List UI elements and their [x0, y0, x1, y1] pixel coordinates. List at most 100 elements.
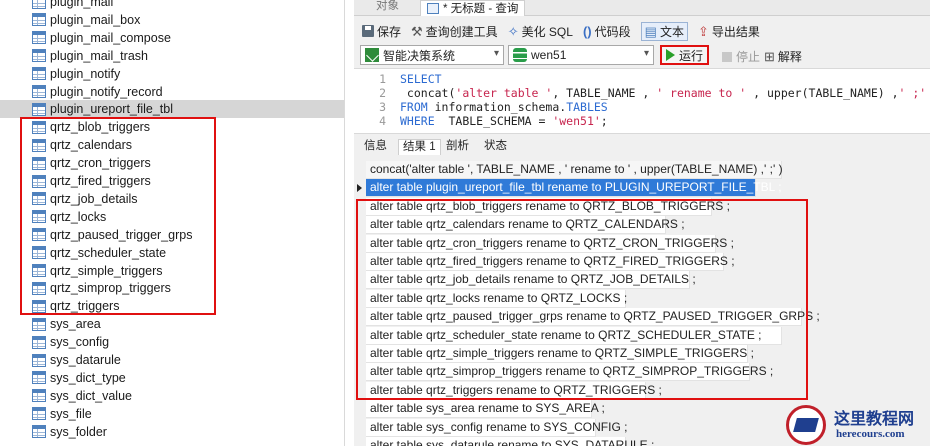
tab-status[interactable]: 状态 — [480, 139, 511, 155]
tree-item-label: plugin_mail_box — [50, 12, 141, 27]
code-text: FROM information_schema.TABLES — [400, 100, 608, 114]
tree-item-label: plugin_ureport_file_tbl — [50, 102, 174, 117]
table-icon — [32, 0, 46, 9]
table-row[interactable]: alter table sys_area rename to SYS_AREA … — [366, 400, 605, 419]
sql-keyword: SELECT — [400, 72, 442, 86]
tree-item[interactable]: plugin_mail_compose — [0, 29, 344, 47]
tree-item[interactable]: sys_datarule — [0, 351, 344, 369]
tree-item[interactable]: sys_area — [0, 315, 344, 333]
tab-query-label: * 无标题 - 查询 — [443, 2, 519, 15]
tree-item-label: plugin_mail_compose — [50, 30, 171, 45]
code-text: concat('alter table ', TABLE_NAME , ' re… — [400, 86, 930, 100]
sql-editor[interactable]: 1 SELECT 2 concat('alter table ', TABLE_NA… — [354, 68, 930, 134]
code-text: WHERE TABLE_SCHEMA = 'wen51'; — [400, 114, 608, 128]
tree-item-label: sys_config — [50, 335, 110, 350]
query-builder-label: 查询创建工具 — [425, 24, 498, 39]
table-icon — [32, 31, 46, 45]
explain-label: 解释 — [777, 50, 802, 64]
table-icon — [32, 353, 46, 367]
run-button[interactable]: 运行 — [660, 45, 710, 65]
tree-item[interactable]: sys_dict_value — [0, 387, 344, 405]
tab-profile[interactable]: 剖析 — [442, 139, 473, 155]
database-icon — [513, 48, 527, 62]
table-icon — [32, 102, 46, 116]
tree-item-label: plugin_mail_trash — [50, 48, 148, 63]
tree-item[interactable]: plugin_mail_box — [0, 11, 344, 29]
parentheses-icon: () — [582, 23, 592, 39]
tab-objects[interactable]: 对象 — [370, 0, 405, 16]
play-icon — [666, 49, 675, 61]
text-mode-button[interactable]: ▤ 文本 — [640, 21, 688, 41]
beautify-sql-button[interactable]: ✧ 美化 SQL — [508, 23, 573, 40]
tab-query[interactable]: * 无标题 - 查询 — [420, 0, 526, 16]
tree-item[interactable]: sys_file — [0, 405, 344, 423]
sql-string: 'wen51' — [552, 114, 601, 128]
line-number: 4 — [379, 114, 386, 128]
magic-wand-icon: ✧ — [507, 23, 519, 39]
tree-item[interactable]: plugin_ureport_file_tbl — [0, 100, 344, 119]
line-number: 1 — [379, 72, 386, 86]
connection-icon — [365, 48, 379, 62]
sql-token: TABLE_SCHEMA = — [434, 114, 553, 128]
result-tabs: 信息 结果 1 剖析 状态 — [354, 137, 930, 155]
tree-item[interactable]: sys_config — [0, 333, 344, 351]
tab-result-1[interactable]: 结果 1 — [398, 139, 441, 155]
table-tree: plugin_mail plugin_mail_box plugin_mail_co… — [0, 0, 345, 446]
table-row[interactable]: alter table plugin_ureport_file_tbl rena… — [366, 179, 782, 198]
tree-item[interactable]: sys_folder — [0, 423, 344, 441]
sql-token: , upper(TABLE_NAME) , — [746, 86, 899, 100]
tree-item-label: plugin_notify — [50, 66, 121, 81]
stop-label: 停止 — [736, 50, 761, 64]
tree-item-label: sys_folder — [50, 424, 107, 439]
table-row[interactable]: alter table sys_datarule rename to SYS_D… — [366, 437, 654, 446]
connection-value: 智能决策系统 — [383, 48, 456, 63]
line-number: 2 — [379, 86, 386, 100]
tree-item[interactable]: plugin_mail_trash — [0, 47, 344, 65]
export-results-button[interactable]: ⇪ 导出结果 — [698, 23, 760, 40]
watermark-url: herecours.com — [836, 428, 905, 440]
tree-item[interactable]: sys_dict_type — [0, 369, 344, 387]
column-header[interactable]: concat('alter table ', TABLE_NAME , ' re… — [366, 161, 783, 179]
query-builder-button[interactable]: ⚒ 查询创建工具 — [411, 23, 498, 40]
tab-info[interactable]: 信息 — [360, 139, 391, 155]
database-value: wen51 — [531, 48, 567, 62]
run-label: 运行 — [679, 48, 704, 63]
sql-keyword: WHERE — [400, 114, 435, 128]
code-snippet-label: 代码段 — [594, 24, 631, 39]
database-select[interactable]: wen51 ▾ — [508, 45, 654, 65]
tree-item-label: sys_dict_type — [50, 370, 126, 385]
sql-token: concat( — [400, 86, 456, 100]
site-logo-icon — [786, 405, 826, 445]
tree-item[interactable]: plugin_mail — [0, 0, 344, 11]
save-button[interactable]: 保存 — [362, 23, 401, 40]
stop-icon — [722, 51, 732, 62]
table-row[interactable]: alter table sys_config rename to SYS_CON… — [366, 418, 627, 437]
stop-button[interactable]: 停止 — [722, 48, 760, 65]
table-icon — [32, 335, 46, 349]
document-icon: ▤ — [644, 23, 657, 39]
export-results-label: 导出结果 — [711, 24, 760, 39]
tree-item[interactable]: plugin_notify_record — [0, 83, 344, 101]
tree-item-label: sys_file — [50, 406, 92, 421]
tab-bar: 对象 * 无标题 - 查询 — [354, 0, 930, 16]
table-icon — [32, 13, 46, 27]
sql-token: ) — [926, 86, 930, 100]
table-icon — [32, 371, 46, 385]
code-snippet-button[interactable]: () 代码段 — [583, 23, 631, 40]
current-row-marker-icon — [357, 184, 362, 193]
sql-string: 'alter table ' — [455, 86, 553, 100]
table-icon — [32, 317, 46, 331]
explain-icon: ⊞ — [764, 49, 775, 64]
table-icon — [32, 67, 46, 81]
save-label: 保存 — [377, 24, 402, 39]
explain-button[interactable]: ⊞ 解释 — [764, 48, 802, 65]
run-bar: 智能决策系统 ▾ wen51 ▾ 运行 停止 ⊞ 解释 — [354, 44, 930, 66]
connection-select[interactable]: 智能决策系统 ▾ — [360, 45, 504, 65]
line-number: 3 — [379, 100, 386, 114]
beautify-sql-label: 美化 SQL — [521, 24, 573, 39]
tree-item-label: sys_datarule — [50, 353, 121, 367]
query-panel: 对象 * 无标题 - 查询 保存 ⚒ 查询创建工具 ✧ 美化 SQL () 代码… — [354, 0, 930, 446]
sql-string: ' ;' — [898, 86, 927, 100]
tree-item[interactable]: plugin_notify — [0, 65, 344, 83]
hammer-icon: ⚒ — [411, 23, 423, 39]
